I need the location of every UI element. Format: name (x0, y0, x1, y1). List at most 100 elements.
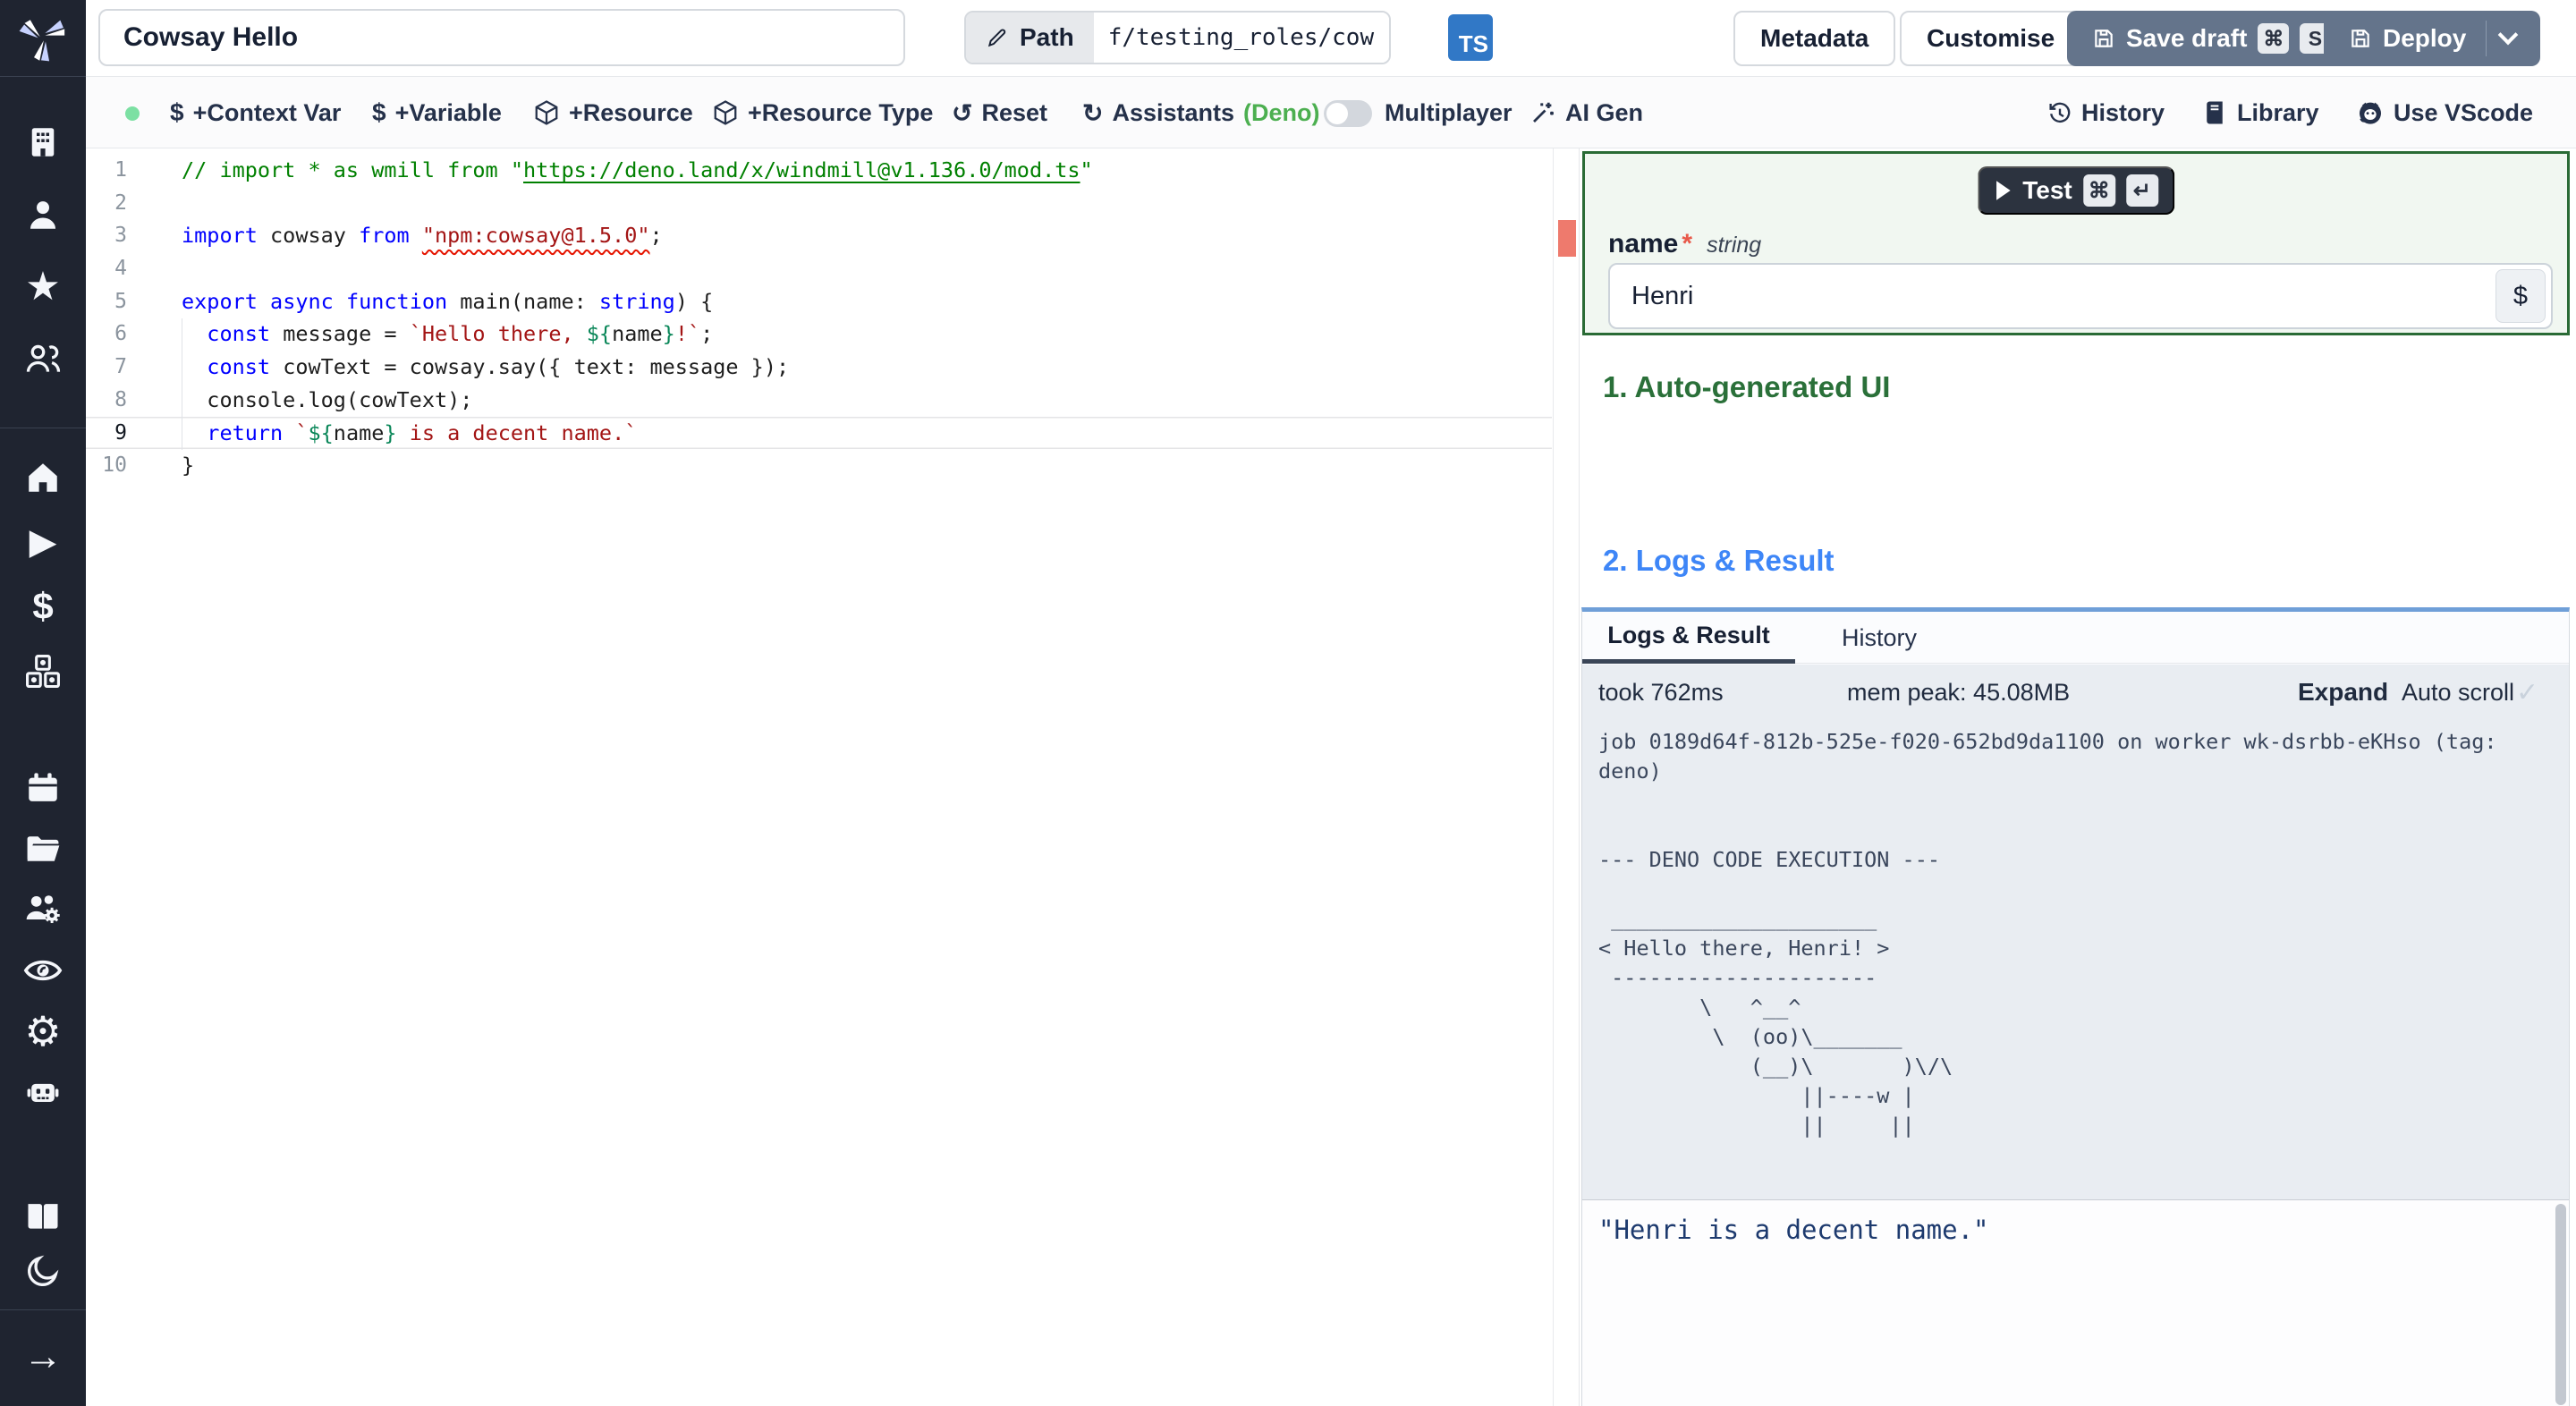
multiplayer-label: Multiplayer (1385, 77, 1513, 148)
arg-name-input[interactable] (1610, 281, 2496, 311)
sidebar-item-groups[interactable] (0, 338, 86, 379)
logs-result-panel: Logs & Result History took 762ms mem pea… (1581, 607, 2570, 1406)
section-logs-result: 2. Logs & Result (1603, 544, 1835, 577)
add-resource-button[interactable]: +Resource (533, 77, 693, 148)
path-input[interactable] (1093, 13, 1389, 63)
code-line-6[interactable]: 6 const message = `Hello there, ${name}!… (86, 318, 1552, 351)
path-group: Path (964, 11, 1391, 64)
building-icon (31, 128, 55, 157)
code-line-10[interactable]: 10} (86, 449, 1552, 482)
reset-button[interactable]: ↺ Reset (952, 77, 1047, 148)
multiplayer-text: Multiplayer (1385, 98, 1513, 126)
github-icon (2360, 102, 2381, 124)
sidebar-item-variables[interactable]: $ (0, 585, 86, 627)
arg-label-row: name * string (1608, 229, 1761, 259)
script-title-input[interactable] (98, 9, 905, 66)
tab-logs-result[interactable]: Logs & Result (1582, 612, 1795, 664)
customise-button[interactable]: Customise (1900, 11, 2082, 66)
code-line-4[interactable]: 4 (86, 252, 1552, 285)
code-line-3[interactable]: 3 import cowsay from "npm:cowsay@1.5.0"; (86, 219, 1552, 252)
check-icon[interactable]: ✓ (2516, 665, 2538, 720)
sidebar-expand-button[interactable]: → (0, 1336, 86, 1377)
code-line-9[interactable]: 9 return `${name} is a decent name.` (86, 417, 1552, 450)
result-scrollbar[interactable] (2555, 1204, 2566, 1405)
code-line-2[interactable]: 2 (86, 187, 1552, 220)
sidebar-item-home[interactable] (0, 457, 86, 498)
code-line-8[interactable]: 8 console.log(cowText); (86, 384, 1552, 417)
sidebar-item-runs[interactable]: ▶ (0, 521, 86, 563)
sidebar-item-workspace[interactable] (0, 122, 86, 163)
line-number: 5 (114, 289, 127, 313)
sidebar-item-favorites[interactable]: ★ (0, 267, 86, 308)
ai-gen-button[interactable]: AI Gen (1530, 77, 1643, 148)
library-button[interactable]: Library (2201, 77, 2319, 148)
windmill-logo-icon (19, 20, 65, 62)
arg-input-wrap: $ (1608, 263, 2553, 329)
code-line-7[interactable]: 7 const cowText = cowsay.say({ text: mes… (86, 351, 1552, 384)
status-dot (125, 106, 140, 121)
top-bar: Path TS Metadata Customise Save draft ⌘ … (86, 0, 2576, 77)
star-icon: ★ (25, 265, 61, 309)
code-lines: 1// import * as wmill from "https://deno… (86, 154, 1552, 482)
add-resource-type-button[interactable]: +Resource Type (712, 77, 933, 148)
logs-tabbar: Logs & Result History (1582, 612, 2569, 664)
logs-area: took 762ms mem peak: 45.08MB Expand Auto… (1582, 665, 2569, 1199)
chevron-down-icon[interactable] (2498, 24, 2519, 46)
dollar-icon: $ (32, 585, 54, 627)
add-variable-button[interactable]: $ +Variable (372, 77, 502, 148)
add-context-var-label: +Context Var (192, 98, 342, 126)
sidebar-item-docs[interactable] (0, 1195, 86, 1236)
sidebar-item-user[interactable] (0, 194, 86, 235)
wand-icon (1533, 102, 1554, 123)
sidebar-item-ai[interactable] (0, 1071, 86, 1113)
log-output: job 0189d64f-812b-525e-f020-652bd9da1100… (1598, 729, 2497, 1138)
library-label: Library (2237, 98, 2319, 126)
metadata-button[interactable]: Metadata (1733, 11, 1896, 66)
code-line-5[interactable]: 5 export async function main(name: string… (86, 285, 1552, 318)
result-output: "Henri is a decent name." (1598, 1215, 1989, 1245)
test-args-panel: Test ⌘ ↵ name * string $ (1582, 151, 2570, 335)
tab-history[interactable]: History (1817, 612, 1942, 664)
history-label: History (2081, 98, 2165, 126)
save-icon (2351, 30, 2369, 47)
use-vscode-button[interactable]: Use VScode (2356, 77, 2533, 148)
sidebar-item-resources[interactable] (0, 651, 86, 692)
play-icon: ▶ (29, 522, 57, 562)
sidebar-item-dark-mode[interactable] (0, 1250, 86, 1292)
add-variable-label: +Variable (394, 98, 502, 126)
memory-stat: mem peak: 45.08MB (1847, 678, 2071, 706)
autoscroll-label[interactable]: Auto scroll (2402, 665, 2514, 720)
assistants-button[interactable]: ↻ Assistants (Deno) (1082, 77, 1320, 148)
path-edit-button[interactable]: Path (966, 13, 1094, 63)
editor-right-edge (1553, 148, 1554, 1406)
line-number: 10 (102, 453, 127, 478)
package-icon (535, 100, 558, 125)
assistants-lang-label: (Deno) (1243, 98, 1320, 126)
code-line-1[interactable]: 1// import * as wmill from "https://deno… (86, 154, 1552, 187)
users-icon (26, 344, 61, 372)
line-number: 8 (114, 387, 127, 411)
dollar-icon: $ (372, 98, 386, 126)
sidebar-item-audit-logs[interactable] (0, 950, 86, 991)
sidebar-item-folders[interactable] (0, 828, 86, 869)
user-icon (30, 201, 55, 229)
add-resource-type-label: +Resource Type (748, 98, 934, 126)
save-draft-button[interactable]: Save draft ⌘ S (2067, 11, 2356, 66)
line-number: 6 (114, 322, 127, 346)
line-number: 4 (114, 257, 127, 281)
add-context-var-button[interactable]: $ +Context Var (170, 77, 341, 148)
moon-icon (28, 1255, 59, 1286)
code-editor[interactable]: 1// import * as wmill from "https://deno… (86, 148, 1579, 1406)
sidebar-item-workers[interactable] (0, 889, 86, 930)
sidebar-item-settings[interactable]: ⚙ (0, 1011, 86, 1052)
history-button[interactable]: History (2046, 77, 2165, 148)
play-icon (1996, 181, 2011, 200)
multiplayer-toggle[interactable] (1324, 100, 1372, 127)
sidebar-item-schedules[interactable] (0, 767, 86, 809)
deploy-button[interactable]: Deploy (2324, 11, 2541, 66)
test-button[interactable]: Test ⌘ ↵ (1978, 166, 2174, 215)
logo-box[interactable] (0, 0, 86, 77)
variable-picker-button[interactable]: $ (2496, 269, 2546, 323)
users-gear-icon (26, 895, 60, 924)
expand-button[interactable]: Expand (2298, 665, 2388, 720)
